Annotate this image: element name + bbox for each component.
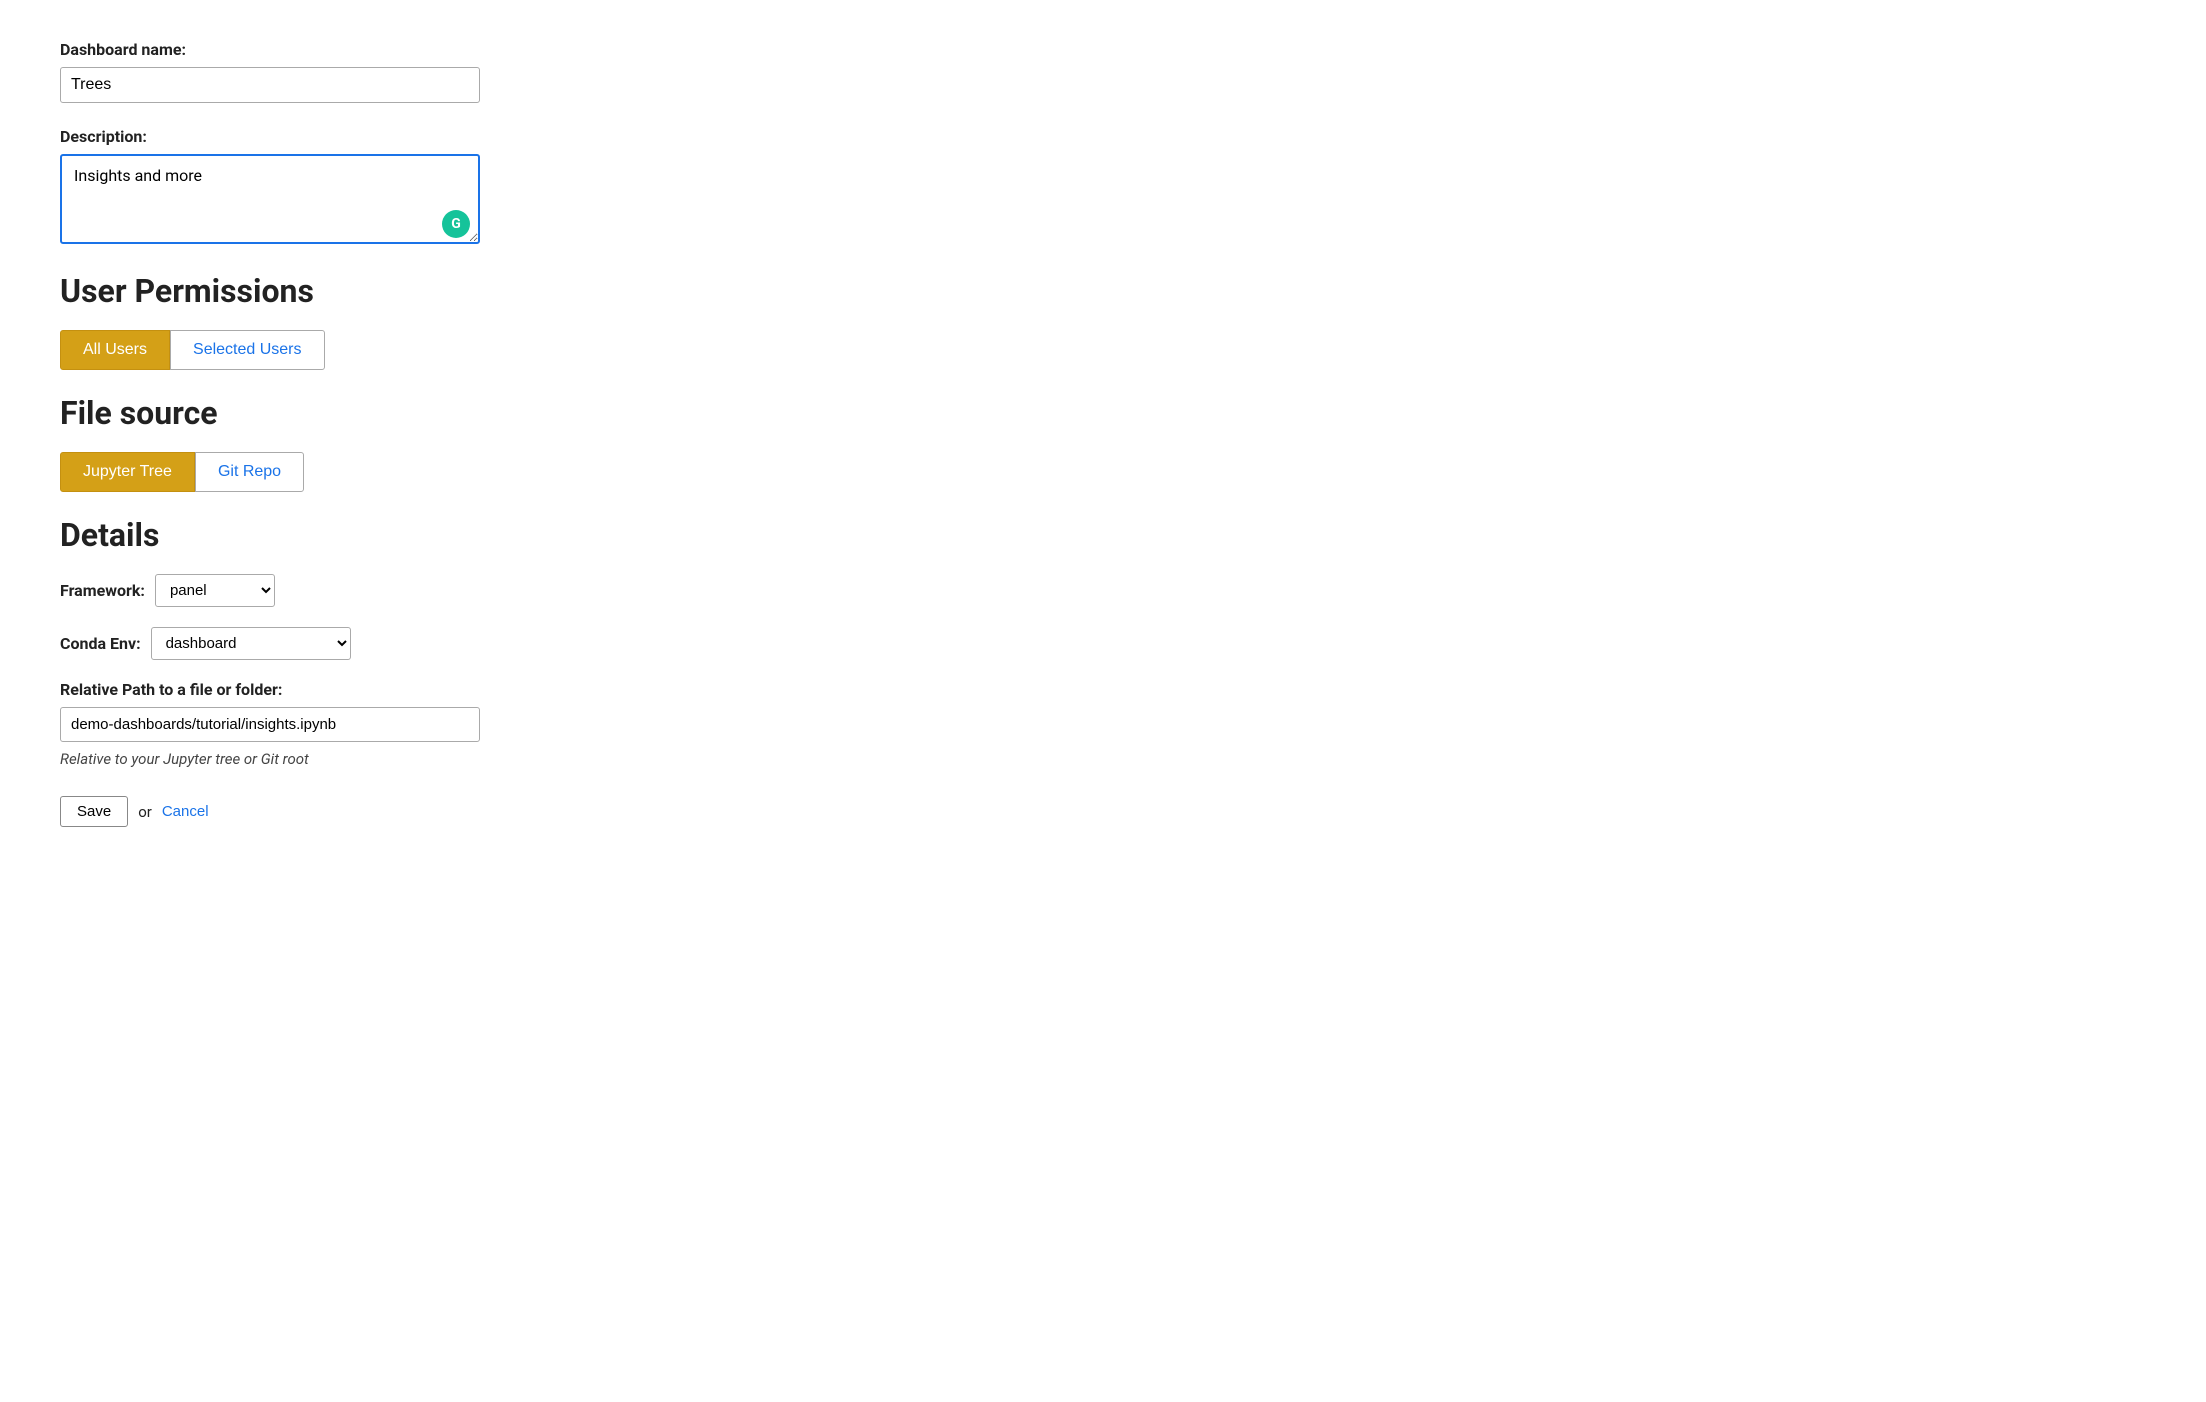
grammarly-icon: G [442, 210, 470, 238]
form-container: Dashboard name: Description: Insights an… [60, 40, 660, 827]
dashboard-name-group: Dashboard name: [60, 40, 660, 103]
git-repo-button[interactable]: Git Repo [195, 452, 304, 492]
file-source-section: File source Jupyter Tree Git Repo [60, 394, 660, 492]
description-label: Description: [60, 127, 660, 146]
user-permissions-heading: User Permissions [60, 272, 660, 310]
conda-env-select[interactable]: dashboard base custom [151, 627, 351, 660]
details-heading: Details [60, 516, 660, 554]
save-button[interactable]: Save [60, 796, 128, 827]
action-row: Save or Cancel [60, 796, 660, 827]
path-group: Relative Path to a file or folder: Relat… [60, 680, 660, 768]
user-permissions-btn-group: All Users Selected Users [60, 330, 660, 370]
description-group: Description: Insights and more G [60, 127, 660, 248]
path-hint: Relative to your Jupyter tree or Git roo… [60, 750, 660, 768]
path-input[interactable] [60, 707, 480, 742]
framework-row: Framework: panel voila streamlit plotly … [60, 574, 660, 607]
dashboard-name-input[interactable] [60, 67, 480, 103]
textarea-wrapper: Insights and more G [60, 154, 480, 248]
user-permissions-section: User Permissions All Users Selected User… [60, 272, 660, 370]
framework-label: Framework: [60, 581, 145, 600]
conda-env-label: Conda Env: [60, 634, 141, 653]
framework-select[interactable]: panel voila streamlit plotly dash [155, 574, 275, 607]
description-textarea[interactable]: Insights and more [60, 154, 480, 244]
dashboard-name-label: Dashboard name: [60, 40, 660, 59]
path-label: Relative Path to a file or folder: [60, 680, 660, 699]
cancel-button[interactable]: Cancel [162, 803, 209, 820]
all-users-button[interactable]: All Users [60, 330, 170, 370]
or-text: or [138, 803, 152, 821]
selected-users-button[interactable]: Selected Users [170, 330, 325, 370]
file-source-btn-group: Jupyter Tree Git Repo [60, 452, 660, 492]
file-source-heading: File source [60, 394, 660, 432]
details-section: Details Framework: panel voila streamlit… [60, 516, 660, 768]
conda-env-row: Conda Env: dashboard base custom [60, 627, 660, 660]
jupyter-tree-button[interactable]: Jupyter Tree [60, 452, 195, 492]
